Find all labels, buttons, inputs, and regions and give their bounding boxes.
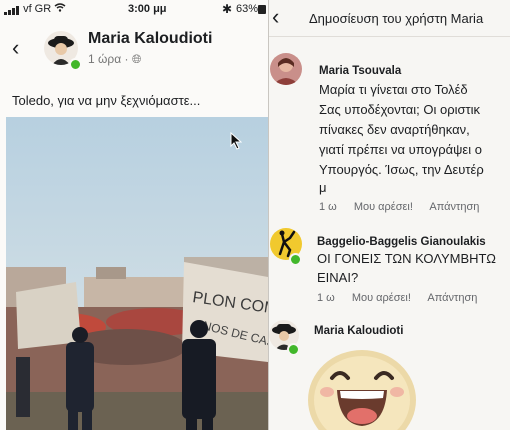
reply-button[interactable]: Απάντηση — [429, 201, 479, 213]
comment-actions: 1 ω Μου αρέσει! Απάντηση — [319, 201, 493, 213]
online-status-dot — [289, 253, 302, 266]
comment-author[interactable]: Baggelio-Baggelis Gianoulakis — [317, 236, 486, 248]
comment-time[interactable]: 1 ω — [319, 201, 337, 213]
bluetooth-icon: ✱ — [222, 2, 233, 16]
online-status-dot — [287, 343, 300, 356]
comments-header: ‹ Δημοσίευση του χρήστη Maria — [269, 0, 510, 37]
comment-author[interactable]: Maria Kaloudioti — [314, 325, 403, 337]
online-status-dot — [69, 58, 82, 71]
mouse-cursor-icon — [230, 131, 243, 155]
carrier-name: vf GR — [23, 3, 52, 15]
comments-panel: ‹ Δημοσίευση του χρήστη Maria Maria Tsou… — [269, 0, 510, 430]
post-meta: 1 ώρα · 🌐︎ — [88, 52, 141, 67]
carrier-indicator: vf GR — [4, 3, 66, 15]
post-time[interactable]: 1 ώρα — [88, 52, 121, 66]
comment-line: Σας υποδέχονται; Οι οριστικ — [319, 102, 481, 117]
clock: 3:00 μμ — [128, 3, 167, 15]
back-button-comments[interactable]: ‹ — [272, 4, 279, 30]
post-panel: vf GR 3:00 μμ ✱ 63% ‹ Maria Kaloudioti 1… — [0, 0, 269, 430]
comment-line: ΟΙ ΓΟΝΕΙΣ ΤΩΝ ΚΟΛΥΜΒΗΤΩ — [317, 251, 496, 266]
comment-line: Υπουργός. Ίσως, την Δευτέρ — [319, 162, 484, 177]
like-button[interactable]: Μου αρέσει! — [354, 201, 413, 213]
privacy-separator: · — [124, 52, 132, 66]
battery-percent: 63% — [236, 3, 259, 15]
laughing-sticker-icon — [307, 348, 417, 430]
signal-icon — [4, 3, 20, 15]
wifi-icon — [54, 3, 66, 15]
comment-line: Μαρία τι γίνεται στο Τολέδ — [319, 82, 468, 97]
globe-icon: 🌐︎ — [131, 52, 142, 66]
comment-time[interactable]: 1 ω — [317, 292, 335, 304]
comment-line: πίνακες δεν αναρτήθηκαν, — [319, 122, 470, 137]
post-photo[interactable]: PLON COMP NOS DE CAS — [6, 117, 268, 430]
comment-author[interactable]: Maria Tsouvala — [319, 65, 401, 77]
post-text: Toledo, για να μην ξεχνιόμαστε... — [12, 93, 201, 108]
back-button[interactable]: ‹ — [12, 35, 19, 61]
comment-line: ΕΙΝΑΙ? — [317, 270, 359, 285]
like-button[interactable]: Μου αρέσει! — [352, 292, 411, 304]
status-bar: vf GR 3:00 μμ ✱ 63% — [0, 0, 268, 20]
post-author-name[interactable]: Maria Kaloudioti — [88, 30, 212, 48]
comments-title: Δημοσίευση του χρήστη Maria — [309, 11, 484, 26]
commenter-avatar[interactable] — [270, 53, 302, 85]
comment-line: μ — [319, 180, 327, 195]
comment-line: γιατί πρέπει να υπογράψει ο — [319, 142, 482, 157]
comment-actions: 1 ω Μου αρέσει! Απάντηση — [317, 292, 491, 304]
reply-button[interactable]: Απάντηση — [427, 292, 477, 304]
battery-icon — [258, 5, 266, 14]
